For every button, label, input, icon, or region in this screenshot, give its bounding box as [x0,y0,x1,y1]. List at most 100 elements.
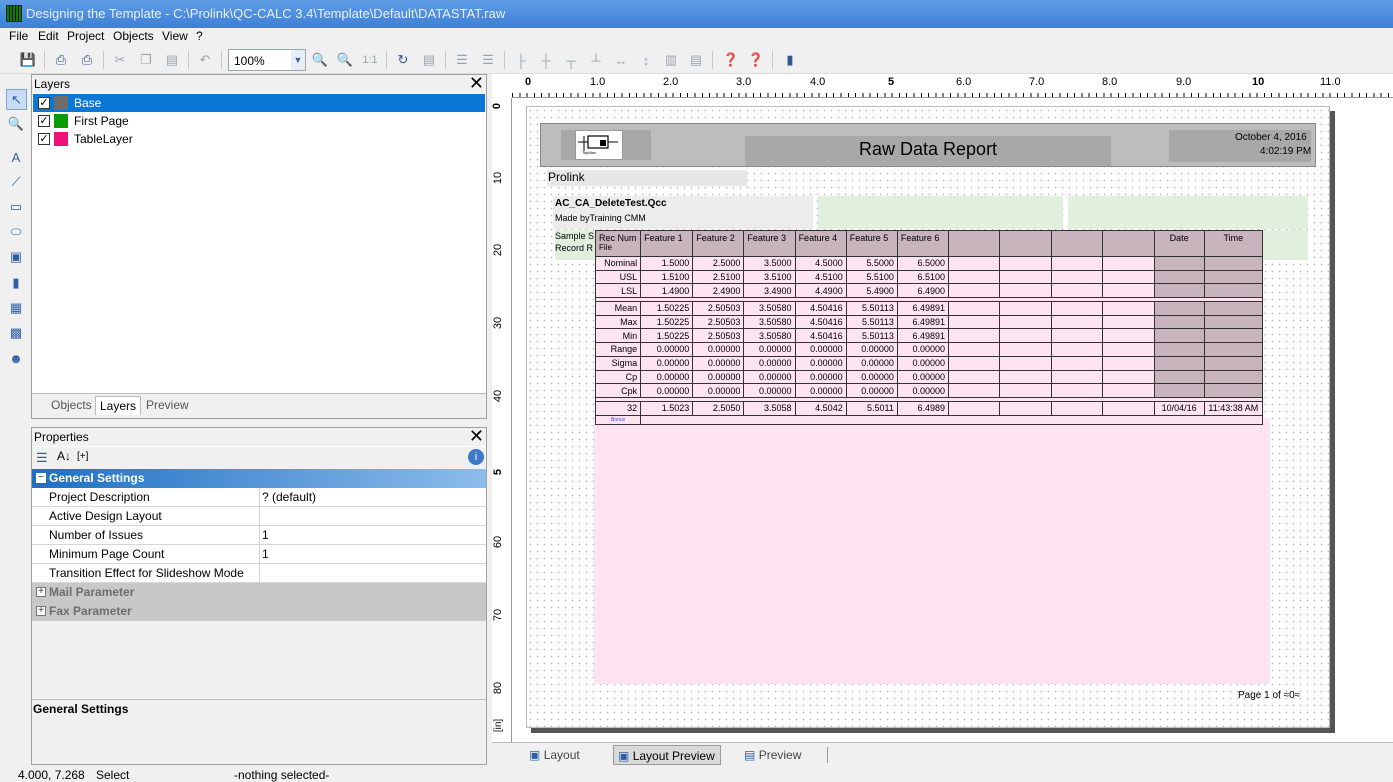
sort-az-icon[interactable]: A↓ [57,449,71,463]
company-name[interactable]: Prolink [548,170,585,184]
made-by[interactable]: Made byTraining CMM [555,213,646,223]
menu-file[interactable]: File [9,29,28,43]
tab-preview[interactable]: ▤ Preview [744,745,814,765]
line-tool-icon[interactable]: ⟋ [7,173,25,191]
file-name[interactable]: AC_CA_DeleteTest.Qcc [555,198,667,209]
zoom-out-icon[interactable]: 🔍 [336,51,354,69]
record-label[interactable]: Record R [555,243,593,253]
menu-view[interactable]: View [162,29,188,43]
close-icon[interactable]: ✕ [469,427,484,445]
space-vertical-icon[interactable]: ↕ [637,51,655,69]
menu-objects[interactable]: Objects [113,29,154,43]
zoom-combo[interactable]: 100% ▼ [228,49,306,71]
info-icon[interactable]: i [468,449,484,465]
categorized-icon[interactable]: ☰ [36,450,48,466]
table-cell [1153,283,1205,299]
page-number[interactable]: Page 1 of ≈0≈ [1238,690,1300,701]
chevron-down-icon[interactable]: ▼ [291,50,305,70]
print-preview-icon[interactable]: ⎙ [78,51,96,69]
layer-up-icon[interactable]: ☰ [453,51,471,69]
layer-item-base[interactable]: ✓ Base [33,94,485,112]
help-icon[interactable]: ❓ [722,51,740,69]
expand-icon[interactable]: + [36,587,46,597]
menu-help[interactable]: ? [196,29,203,43]
layer-down-icon[interactable]: ☰ [479,51,497,69]
collapse-icon[interactable]: − [36,473,46,483]
table-cell: 2.50503 [692,301,745,316]
tab-preview[interactable]: Preview [142,396,193,415]
context-help-icon[interactable]: ❓ [747,51,765,69]
raw-data-table[interactable]: Rec Num File Feature 1 Feature 2 Feature … [594,230,1264,425]
report-title[interactable]: Raw Data Report [859,139,997,160]
zoom-actual-button[interactable]: 1:1 [361,51,379,69]
table-cell [1153,369,1205,385]
refresh-icon[interactable]: ↻ [394,51,412,69]
property-value[interactable]: ? (default) [262,490,316,504]
table-cell: 4.50416 [794,328,847,344]
table-cell [947,314,1001,330]
group-mail-parameter[interactable]: + Mail Parameter [32,583,486,602]
table-cell: 0.00000 [692,355,745,371]
table-cell: 1.5000 [640,256,694,271]
page-current: 1 [1264,690,1270,701]
sample-label[interactable]: Sample S [555,231,594,241]
print-icon[interactable]: ⎙ [52,51,70,69]
zoom-in-icon[interactable]: 🔍 [311,51,329,69]
image-tool-icon[interactable]: ▣ [7,248,25,266]
property-row[interactable]: Number of Issues 1 [32,526,486,545]
group-general-settings[interactable]: − General Settings [32,469,486,488]
zoom-tool-icon[interactable]: 🔍 [7,115,25,133]
align-bottom-icon[interactable]: ┴ [587,51,605,69]
same-width-icon[interactable]: ▥ [662,51,680,69]
table-cell [1102,269,1155,285]
close-icon[interactable]: ✕ [469,74,484,92]
expand-all-button[interactable]: [+] [77,451,88,462]
same-height-icon[interactable]: ▤ [687,51,705,69]
layer-checkbox[interactable]: ✓ [38,97,50,109]
ruler-label: 1.0 [590,76,606,88]
report-date[interactable]: October 4, 2016 [1235,132,1307,143]
align-center-icon[interactable]: ┼ [537,51,555,69]
undo-icon[interactable]: ↶ [196,51,214,69]
table-cell [999,342,1053,357]
expand-icon[interactable]: + [36,606,46,616]
tab-layout[interactable]: ▣ Layout [529,745,599,765]
table-cell: 1.5023 [640,400,694,416]
tab-layout-preview[interactable]: ▣ Layout Preview [613,745,721,765]
menu-edit[interactable]: Edit [38,29,59,43]
layer-checkbox[interactable]: ✓ [38,133,50,145]
align-top-icon[interactable]: ┬ [562,51,580,69]
property-value[interactable]: 1 [262,528,269,542]
tab-objects[interactable]: Objects [47,396,96,415]
text-tool-icon[interactable]: A [7,148,25,166]
group-fax-parameter[interactable]: + Fax Parameter [32,602,486,621]
report-time[interactable]: 4:02:19 PM [1260,146,1311,157]
align-left-icon[interactable]: ├ [512,51,530,69]
paste-icon[interactable]: ▤ [163,51,181,69]
property-row[interactable]: Transition Effect for Slideshow Mode [32,564,486,583]
menu-project[interactable]: Project [67,29,104,43]
cut-icon[interactable]: ✂ [111,51,129,69]
property-value[interactable]: 1 [262,547,269,561]
select-tool-icon[interactable]: ↖ [6,89,27,110]
table-tool-icon[interactable]: ▦ [7,299,25,317]
report-container-icon[interactable]: ▩ [7,324,25,342]
user-object-icon[interactable]: ☻ [7,349,25,367]
property-row[interactable]: Project Description ? (default) [32,488,486,507]
property-row[interactable]: Active Design Layout [32,507,486,526]
space-horizontal-icon[interactable]: ↔ [612,51,630,69]
report-header-band[interactable]: TayMax Raw Data Report October 4, 2016 4… [540,123,1316,167]
ellipse-tool-icon[interactable]: ⬭ [7,223,25,241]
exit-icon[interactable]: ▮ [781,51,799,69]
copy-icon[interactable]: ❐ [137,51,155,69]
save-icon[interactable]: 💾 [19,51,37,69]
property-row[interactable]: Minimum Page Count 1 [32,545,486,564]
table-cell [1102,355,1155,371]
barcode-tool-icon[interactable]: ▮ [7,274,25,292]
page-setup-icon[interactable]: ▤ [420,51,438,69]
layer-item-tablelayer[interactable]: ✓ TableLayer [33,130,485,148]
tab-layers[interactable]: Layers [95,396,142,415]
rectangle-tool-icon[interactable]: ▭ [7,198,25,216]
layer-checkbox[interactable]: ✓ [38,115,50,127]
layer-item-first-page[interactable]: ✓ First Page [33,112,485,130]
